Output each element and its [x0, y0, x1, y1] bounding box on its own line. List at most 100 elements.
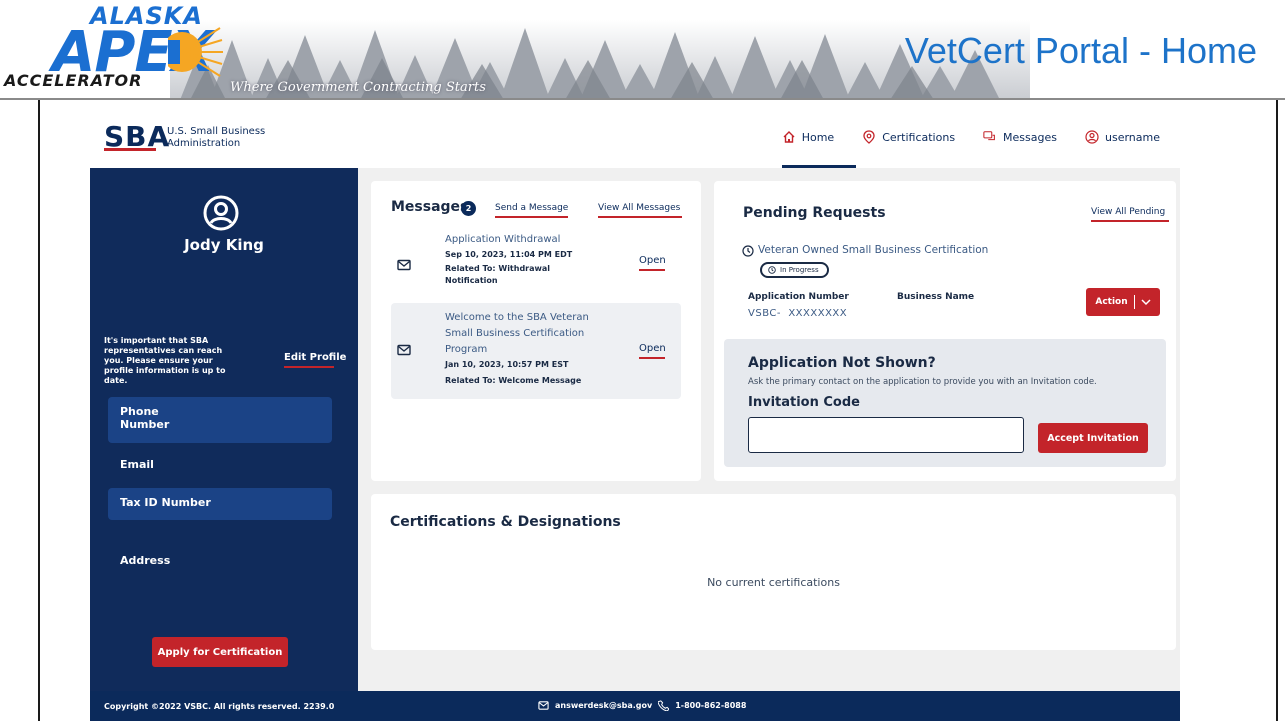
action-label: Action	[1095, 297, 1128, 307]
message-open-label: Open	[639, 343, 666, 354]
footer-phone-link[interactable]: 1-800-862-8088	[675, 701, 746, 710]
not-shown-description: Ask the primary contact on the applicati…	[748, 377, 1097, 387]
message-open-link[interactable]: Open	[639, 255, 666, 271]
slide: ALASKA APEX ACCELERATOR Where Government…	[0, 0, 1285, 721]
nav-home[interactable]: Home	[782, 130, 834, 144]
top-navigation: SBA U.S. Small Business Administration H…	[90, 108, 1180, 168]
nav-items: Home Certifications Messages username	[782, 130, 1160, 144]
not-shown-title: Application Not Shown?	[748, 355, 936, 371]
edit-profile-link[interactable]: Edit Profile	[284, 352, 347, 368]
sunburst-logo-icon	[168, 27, 223, 77]
slide-banner: ALASKA APEX ACCELERATOR Where Government…	[0, 0, 1285, 100]
phone-icon	[658, 700, 670, 711]
message-item[interactable]: Welcome to the SBA Veteran Small Busines…	[391, 303, 681, 399]
home-icon	[783, 131, 795, 143]
view-all-pending-underline	[1091, 220, 1169, 222]
no-certifications-text: No current certifications	[707, 576, 840, 589]
message-title: Application Withdrawal	[445, 234, 561, 245]
agency-name-line1: U.S. Small Business	[167, 126, 266, 137]
phone-number-field: Phone Number	[108, 397, 332, 443]
edit-profile-underline	[284, 366, 334, 368]
messages-title: Messages	[391, 199, 469, 215]
certificate-icon	[863, 130, 875, 144]
nav-active-indicator	[782, 165, 856, 168]
certifications-card: Certifications & Designations No current…	[371, 494, 1176, 650]
message-related: Related To: Welcome Message	[445, 376, 582, 385]
invitation-code-label: Invitation Code	[748, 395, 860, 410]
request-name: Veteran Owned Small Business Certificati…	[758, 244, 989, 256]
view-all-pending-label: View All Pending	[1091, 207, 1166, 217]
nav-user[interactable]: username	[1085, 130, 1160, 144]
user-name: Jody King	[184, 236, 264, 254]
agency-name-line2: Administration	[167, 138, 241, 149]
envelope-icon	[538, 701, 549, 710]
messages-count-badge: 2	[461, 201, 476, 216]
message-date: Jan 10, 2023, 10:57 PM EST	[445, 360, 569, 369]
profile-sidebar: Jody King It's important that SBA repres…	[90, 168, 358, 691]
user-circle-icon	[1085, 130, 1099, 144]
email-field: Email	[120, 458, 154, 471]
slide-frame-right	[1276, 100, 1278, 721]
tax-id-field: Tax ID Number	[108, 488, 332, 520]
pending-requests-card: Pending Requests View All Pending Vetera…	[714, 181, 1176, 481]
message-open-underline	[639, 269, 665, 271]
chevron-down-icon	[1141, 299, 1151, 306]
user-avatar-icon	[203, 195, 239, 231]
nav-certifications[interactable]: Certifications	[862, 130, 955, 144]
reach-notice: It's important that SBA representatives …	[104, 336, 226, 385]
message-item[interactable]: Application Withdrawal Sep 10, 2023, 11:…	[391, 231, 681, 301]
business-name-label: Business Name	[897, 292, 975, 302]
copyright-text: Copyright ©2022 VSBC. All rights reserve…	[104, 702, 335, 711]
slide-title: VetCert Portal - Home	[904, 30, 1257, 71]
banner-tagline: Where Government Contracting Starts	[230, 80, 486, 95]
nav-user-label: username	[1105, 130, 1160, 144]
address-field: Address	[120, 554, 171, 567]
clock-icon	[768, 266, 776, 274]
slide-frame-left	[38, 100, 40, 721]
message-title-cont2: Program	[445, 344, 488, 355]
action-dropdown-button[interactable]: Action	[1086, 288, 1160, 316]
invitation-code-input[interactable]	[748, 417, 1024, 453]
vetcert-app: SBA U.S. Small Business Administration H…	[90, 108, 1180, 721]
footer-contact: answerdesk@sba.gov 1-800-862-8088	[538, 700, 746, 711]
accept-invitation-button[interactable]: Accept Invitation	[1038, 423, 1148, 453]
banner-divider	[0, 98, 1285, 100]
nav-messages-label: Messages	[1003, 130, 1057, 144]
message-open-link[interactable]: Open	[639, 343, 666, 359]
send-message-underline	[495, 216, 568, 218]
application-not-shown-panel: Application Not Shown? Ask the primary c…	[724, 339, 1166, 467]
nav-home-label: Home	[801, 130, 835, 144]
footer-email-link[interactable]: answerdesk@sba.gov	[555, 701, 652, 710]
nav-messages[interactable]: Messages	[983, 130, 1057, 144]
messages-card: Messages 2 Send a Message View All Messa…	[371, 181, 701, 481]
application-number-value: VSBC- XXXXXXXX	[748, 308, 848, 319]
view-all-pending-link[interactable]: View All Pending	[1091, 207, 1169, 222]
message-date: Sep 10, 2023, 11:04 PM EDT	[445, 250, 573, 259]
edit-profile-label: Edit Profile	[284, 352, 347, 363]
application-number-label: Application Number	[748, 292, 849, 302]
message-title: Welcome to the SBA Veteran	[445, 312, 589, 323]
status-badge: In Progress	[760, 262, 829, 278]
envelope-icon	[397, 259, 411, 271]
view-all-messages-label: View All Messages	[598, 203, 681, 213]
nav-certifications-label: Certifications	[882, 130, 956, 144]
send-message-label: Send a Message	[495, 203, 569, 213]
clock-icon	[742, 245, 754, 257]
send-message-link[interactable]: Send a Message	[495, 203, 569, 218]
message-related-cont: Notification	[445, 276, 498, 285]
agency-name: U.S. Small Business Administration	[167, 126, 265, 150]
action-separator	[1133, 295, 1135, 309]
message-open-underline	[639, 357, 665, 359]
message-related: Related To: Withdrawal	[445, 264, 551, 273]
logo-accelerator-text: ACCELERATOR	[4, 71, 143, 90]
status-label: In Progress	[780, 266, 819, 274]
certifications-title: Certifications & Designations	[390, 514, 621, 530]
sba-logo[interactable]: SBA	[104, 120, 170, 153]
sba-logo-bar	[104, 148, 156, 151]
message-open-label: Open	[639, 255, 666, 266]
view-all-messages-link[interactable]: View All Messages	[598, 203, 682, 218]
view-all-messages-underline	[598, 216, 682, 218]
apply-for-certification-button[interactable]: Apply for Certification	[152, 637, 288, 667]
envelope-icon	[397, 344, 411, 356]
message-title-cont: Small Business Certification	[445, 328, 585, 339]
